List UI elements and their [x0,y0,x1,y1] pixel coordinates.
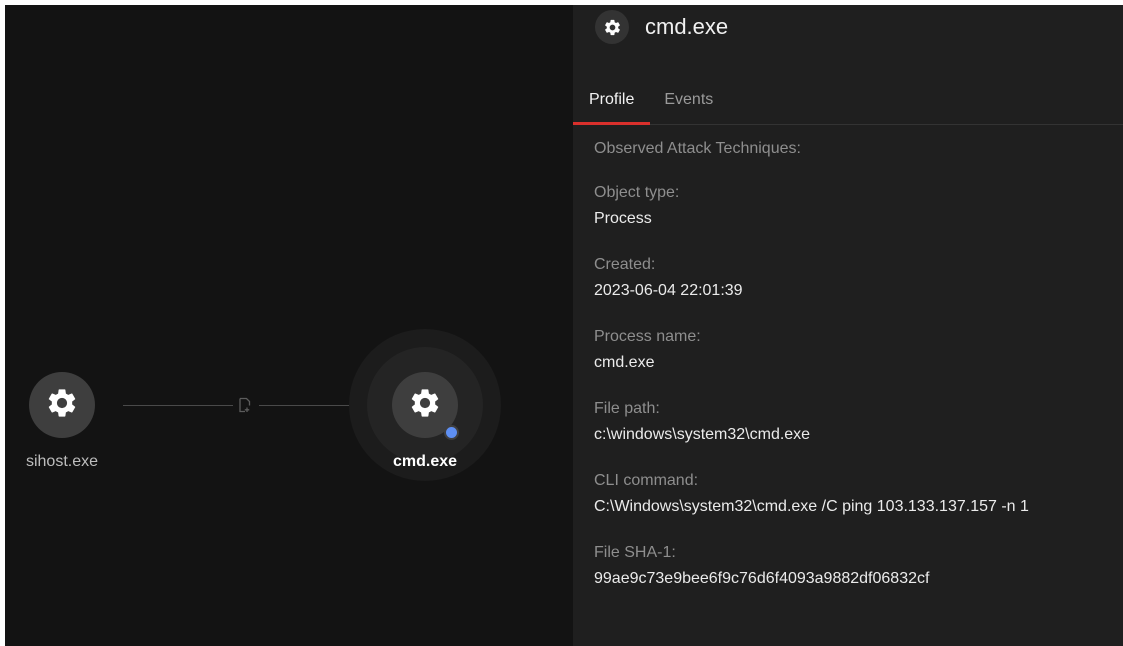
field-attack-techniques: Observed Attack Techniques: [594,136,1113,162]
details-panel: cmd.exe Profile Events Observed Attack T… [573,5,1123,646]
process-graph-canvas[interactable]: sihost.exe cmd.exe [5,5,573,646]
file-arrow-icon[interactable] [237,397,253,413]
panel-header: cmd.exe [595,5,728,49]
node-label-sihost: sihost.exe [25,453,99,470]
app-frame: sihost.exe cmd.exe cmd.exe Profile Event… [5,5,1123,646]
edge-line-left [123,405,233,406]
field-process-name: Process name: cmd.exe [594,324,1113,376]
graph-node-sihost[interactable] [29,372,95,438]
node-status-badge [444,425,459,440]
field-value: c:\windows\system32\cmd.exe [594,426,811,443]
field-value: 2023-06-04 22:01:39 [594,282,743,299]
panel-title: cmd.exe [645,14,729,39]
field-label: CLI command: [594,472,699,489]
gear-icon [408,386,442,425]
field-label: File path: [594,400,660,417]
field-label: File SHA-1: [594,544,676,561]
field-value: C:\Windows\system32\cmd.exe /C ping 103.… [594,498,1029,515]
field-file-path: File path: c:\windows\system32\cmd.exe [594,396,1113,448]
edge-line-right [259,405,359,406]
field-object-type: Object type: Process [594,180,1113,232]
field-value: Process [594,210,652,227]
gear-icon [45,386,79,425]
field-created: Created: 2023-06-04 22:01:39 [594,252,1113,304]
field-label: Process name: [594,328,701,345]
profile-fields: Observed Attack Techniques: Object type:… [594,136,1113,612]
field-cli-command: CLI command: C:\Windows\system32\cmd.exe… [594,468,1113,520]
tab-profile[interactable]: Profile [573,81,651,125]
panel-tabs: Profile Events [573,81,1123,125]
node-label-cmd: cmd.exe [392,453,458,470]
field-value: cmd.exe [594,354,655,371]
gear-icon [595,10,629,44]
tab-events[interactable]: Events [650,81,729,124]
field-label: Observed Attack Techniques: [594,140,801,157]
field-label: Object type: [594,184,680,201]
field-sha1: File SHA-1: 99ae9c73e9bee6f9c76d6f4093a9… [594,540,1113,592]
field-value: 99ae9c73e9bee6f9c76d6f4093a9882df06832cf [594,570,930,587]
field-label: Created: [594,256,656,273]
